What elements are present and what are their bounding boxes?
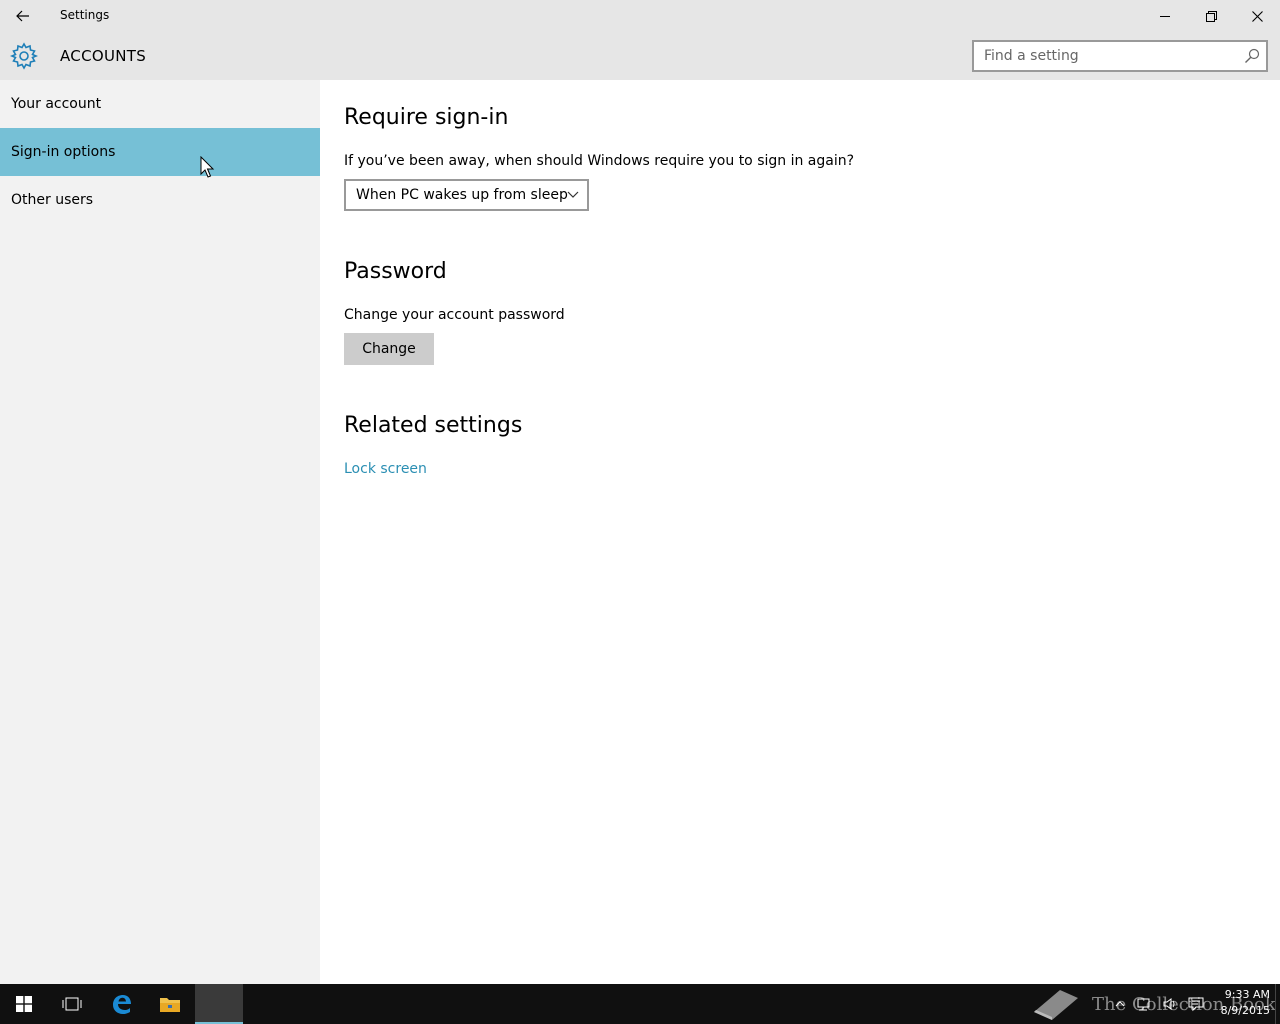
sidebar-item-label: Your account bbox=[11, 96, 102, 112]
require-signin-heading: Require sign-in bbox=[344, 105, 509, 130]
back-arrow-icon bbox=[16, 10, 29, 22]
settings-taskbar-button[interactable] bbox=[195, 984, 243, 1024]
header: ACCOUNTS bbox=[0, 32, 1280, 80]
task-view-button[interactable] bbox=[48, 984, 96, 1024]
folder-icon bbox=[160, 998, 180, 1012]
volume-icon[interactable] bbox=[1162, 996, 1178, 1012]
edge-taskbar-button[interactable] bbox=[98, 984, 146, 1024]
windows-logo-icon bbox=[16, 996, 32, 1012]
taskbar: The Collection Book 9:33 AM 8/9/2015 bbox=[0, 984, 1280, 1024]
change-password-button[interactable]: Change bbox=[344, 333, 434, 365]
show-desktop-button[interactable] bbox=[1275, 984, 1280, 1024]
password-heading: Password bbox=[344, 259, 447, 284]
lock-screen-link[interactable]: Lock screen bbox=[344, 461, 427, 477]
sidebar-item-sign-in-options[interactable]: Sign-in options bbox=[0, 128, 320, 176]
title-bar: Settings bbox=[0, 0, 1280, 32]
search-box[interactable] bbox=[972, 40, 1268, 72]
sidebar-item-your-account[interactable]: Your account bbox=[0, 80, 320, 128]
edge-icon bbox=[113, 995, 131, 1014]
close-icon bbox=[1251, 10, 1263, 22]
sidebar: Your account Sign-in options Other users bbox=[0, 80, 320, 984]
page-title: ACCOUNTS bbox=[60, 47, 147, 65]
dropdown-value: When PC wakes up from sleep bbox=[356, 187, 568, 203]
require-signin-dropdown[interactable]: When PC wakes up from sleep bbox=[344, 179, 589, 211]
main-content: Require sign-in If you’ve been away, whe… bbox=[320, 80, 1280, 984]
system-tray bbox=[1114, 996, 1204, 1012]
sidebar-item-label: Other users bbox=[11, 192, 94, 208]
network-icon[interactable] bbox=[1136, 996, 1152, 1012]
task-view-icon bbox=[62, 997, 82, 1011]
password-description: Change your account password bbox=[344, 307, 565, 323]
related-settings-heading: Related settings bbox=[344, 413, 523, 438]
mouse-cursor-icon bbox=[200, 156, 215, 178]
file-explorer-taskbar-button[interactable] bbox=[146, 984, 194, 1024]
chevron-up-icon[interactable] bbox=[1114, 996, 1126, 1012]
restore-button[interactable] bbox=[1188, 0, 1234, 32]
require-signin-question: If you’ve been away, when should Windows… bbox=[344, 153, 855, 169]
sidebar-item-label: Sign-in options bbox=[11, 144, 116, 160]
window-title: Settings bbox=[60, 8, 110, 22]
restore-icon bbox=[1205, 10, 1217, 22]
clock[interactable]: 9:33 AM 8/9/2015 bbox=[1200, 987, 1270, 1019]
book-icon bbox=[1034, 990, 1078, 1020]
minimize-button[interactable] bbox=[1142, 0, 1188, 32]
gear-icon bbox=[10, 42, 38, 70]
minimize-icon bbox=[1160, 16, 1170, 17]
chevron-down-icon bbox=[567, 191, 579, 198]
clock-date: 8/9/2015 bbox=[1220, 1004, 1270, 1017]
sidebar-item-other-users[interactable]: Other users bbox=[0, 176, 320, 224]
close-button[interactable] bbox=[1234, 0, 1280, 32]
search-icon[interactable] bbox=[1244, 48, 1260, 64]
search-input[interactable] bbox=[974, 42, 1234, 70]
back-button[interactable] bbox=[0, 0, 46, 32]
clock-time: 9:33 AM bbox=[1224, 988, 1270, 1001]
start-button[interactable] bbox=[0, 984, 48, 1024]
